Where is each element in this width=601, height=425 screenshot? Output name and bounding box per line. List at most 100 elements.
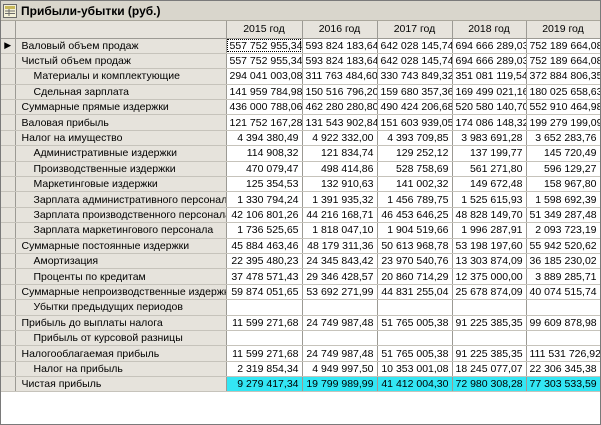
- value-cell[interactable]: 132 910,63: [302, 176, 378, 193]
- value-cell[interactable]: 752 189 664,08: [526, 38, 600, 54]
- row-indicator[interactable]: [1, 345, 16, 362]
- value-cell[interactable]: 141 959 784,98: [226, 84, 303, 101]
- value-cell[interactable]: 121 752 167,28: [226, 114, 303, 131]
- value-cell[interactable]: 2 093 723,19: [526, 222, 600, 239]
- value-cell[interactable]: [452, 299, 527, 316]
- table-row[interactable]: Проценты по кредитам 37 478 571,43 29 346 …: [1, 268, 600, 285]
- value-cell[interactable]: 99 609 878,98: [526, 315, 600, 331]
- value-cell[interactable]: [526, 299, 600, 316]
- table-row[interactable]: Сдельная зарплата 141 959 784,98 150 516 7…: [1, 84, 600, 101]
- value-cell[interactable]: 111 531 726,92: [526, 345, 600, 362]
- value-cell[interactable]: 199 279 199,09: [526, 114, 600, 131]
- value-cell[interactable]: 18 245 077,07: [452, 361, 527, 378]
- row-indicator[interactable]: [1, 376, 16, 393]
- table-row[interactable]: Материалы и комплектующие 294 041 003,08 3…: [1, 68, 600, 85]
- table-row[interactable]: Суммарные прямые издержки 436 000 788,06 4…: [1, 99, 600, 116]
- column-header[interactable]: 2018 год: [452, 21, 527, 39]
- value-cell[interactable]: 520 580 140,70: [452, 99, 527, 116]
- value-cell[interactable]: 490 424 206,68: [377, 99, 453, 116]
- value-cell[interactable]: 131 543 902,84: [302, 114, 378, 131]
- value-cell[interactable]: 351 081 119,54: [452, 68, 527, 85]
- value-cell[interactable]: 48 179 311,36: [302, 238, 378, 254]
- value-cell[interactable]: 149 672,48: [452, 176, 527, 193]
- table-row[interactable]: Чистый объем продаж 557 752 955,34 593 824…: [1, 53, 600, 70]
- value-cell[interactable]: 1 391 935,32: [302, 191, 378, 208]
- row-indicator[interactable]: [1, 299, 16, 316]
- value-cell[interactable]: 151 603 939,05: [377, 114, 453, 131]
- value-cell[interactable]: 561 271,80: [452, 161, 527, 178]
- value-cell[interactable]: 51 765 005,38: [377, 315, 453, 331]
- value-cell[interactable]: 55 942 520,62: [526, 238, 600, 254]
- value-cell[interactable]: 498 414,86: [302, 161, 378, 178]
- row-indicator[interactable]: [1, 114, 16, 131]
- row-indicator[interactable]: [1, 361, 16, 378]
- value-cell[interactable]: 180 025 658,63: [526, 84, 600, 101]
- value-cell[interactable]: [377, 299, 453, 316]
- table-row[interactable]: Зарплата административного персонала 1 33…: [1, 191, 600, 208]
- value-cell[interactable]: 593 824 183,64: [302, 38, 378, 54]
- value-cell[interactable]: [302, 330, 378, 347]
- value-cell[interactable]: 141 002,32: [377, 176, 453, 193]
- value-cell[interactable]: 125 354,53: [226, 176, 303, 193]
- value-cell[interactable]: 13 303 874,09: [452, 253, 527, 270]
- value-cell[interactable]: 1 736 525,65: [226, 222, 303, 239]
- value-cell[interactable]: 557 752 955,34: [226, 38, 303, 54]
- value-cell[interactable]: 44 216 168,71: [302, 207, 378, 224]
- row-indicator[interactable]: [1, 176, 16, 193]
- value-cell[interactable]: 557 752 955,34: [226, 53, 303, 70]
- value-cell[interactable]: 24 749 987,48: [302, 315, 378, 331]
- value-cell[interactable]: 37 478 571,43: [226, 268, 303, 285]
- value-cell[interactable]: 642 028 145,74: [377, 53, 453, 70]
- column-header[interactable]: 2015 год: [226, 21, 303, 39]
- value-cell[interactable]: 174 086 148,32: [452, 114, 527, 131]
- value-cell[interactable]: 129 252,12: [377, 145, 453, 162]
- value-cell[interactable]: 294 041 003,08: [226, 68, 303, 85]
- row-indicator[interactable]: [1, 315, 16, 331]
- value-cell[interactable]: 3 983 691,28: [452, 130, 527, 147]
- row-indicator[interactable]: [1, 268, 16, 285]
- value-cell[interactable]: 694 666 289,03: [452, 38, 527, 54]
- table-row[interactable]: Убытки предыдущих периодов: [1, 299, 600, 316]
- current-row-indicator[interactable]: ▶: [1, 38, 16, 54]
- value-cell[interactable]: 470 079,47: [226, 161, 303, 178]
- column-header[interactable]: 2016 год: [302, 21, 378, 39]
- value-cell[interactable]: 596 129,27: [526, 161, 600, 178]
- table-row[interactable]: Прибыль до выплаты налога 11 599 271,68 24…: [1, 315, 600, 331]
- table-row[interactable]: Амортизация 22 395 480,23 24 345 843,42 23 …: [1, 253, 600, 270]
- value-cell[interactable]: 311 763 484,60: [302, 68, 378, 85]
- value-cell[interactable]: 145 720,49: [526, 145, 600, 162]
- table-row[interactable]: Налогооблагаемая прибыль 11 599 271,68 24 …: [1, 345, 600, 362]
- value-cell[interactable]: 41 412 004,30: [377, 376, 453, 393]
- value-cell[interactable]: 77 303 533,59: [526, 376, 600, 393]
- column-header[interactable]: 2019 год: [526, 21, 600, 39]
- value-cell[interactable]: 51 765 005,38: [377, 345, 453, 362]
- value-cell[interactable]: [377, 330, 453, 347]
- value-cell[interactable]: 91 225 385,35: [452, 345, 527, 362]
- value-cell[interactable]: 9 279 417,34: [226, 376, 303, 393]
- value-cell[interactable]: 4 949 997,50: [302, 361, 378, 378]
- value-cell[interactable]: 1 330 794,24: [226, 191, 303, 208]
- value-cell[interactable]: [526, 330, 600, 347]
- table-row[interactable]: Производственные издержки 470 079,47 498 4…: [1, 161, 600, 178]
- value-cell[interactable]: 552 910 464,98: [526, 99, 600, 116]
- row-indicator[interactable]: [1, 68, 16, 85]
- value-cell[interactable]: 158 967,80: [526, 176, 600, 193]
- value-cell[interactable]: 1 456 789,75: [377, 191, 453, 208]
- value-cell[interactable]: 330 743 849,32: [377, 68, 453, 85]
- table-row[interactable]: Прибыль от курсовой разницы: [1, 330, 600, 347]
- row-indicator[interactable]: [1, 238, 16, 254]
- row-indicator[interactable]: [1, 284, 16, 301]
- value-cell[interactable]: 11 599 271,68: [226, 345, 303, 362]
- row-indicator[interactable]: [1, 222, 16, 239]
- value-cell[interactable]: 20 860 714,29: [377, 268, 453, 285]
- value-cell[interactable]: 593 824 183,64: [302, 53, 378, 70]
- value-cell[interactable]: 24 345 843,42: [302, 253, 378, 270]
- value-cell[interactable]: 51 349 287,48: [526, 207, 600, 224]
- row-indicator[interactable]: [1, 207, 16, 224]
- row-indicator[interactable]: [1, 330, 16, 347]
- value-cell[interactable]: 46 453 646,25: [377, 207, 453, 224]
- row-indicator[interactable]: [1, 130, 16, 147]
- value-cell[interactable]: 642 028 145,74: [377, 38, 453, 54]
- value-cell[interactable]: 40 074 515,74: [526, 284, 600, 301]
- value-cell[interactable]: [226, 330, 303, 347]
